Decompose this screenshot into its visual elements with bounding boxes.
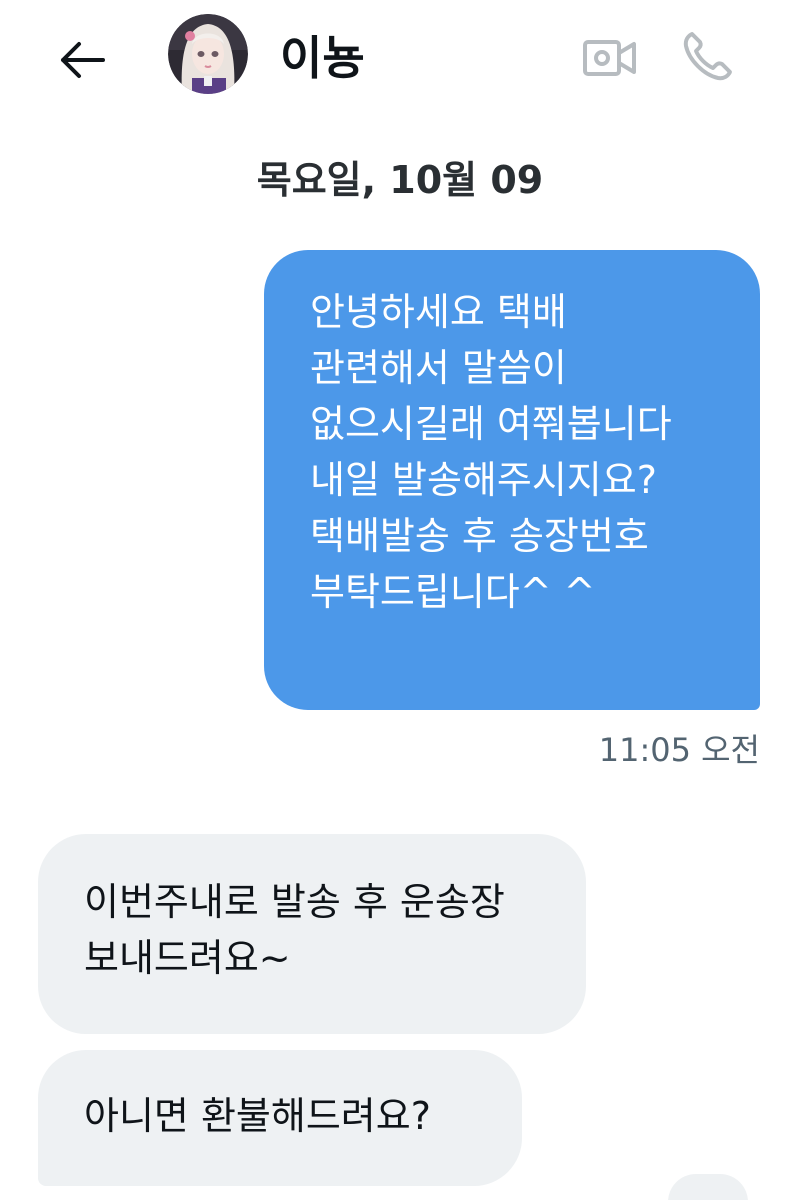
avatar-image xyxy=(168,14,248,94)
message-timestamp: 11:05 오전 xyxy=(598,731,760,769)
avatar[interactable] xyxy=(168,14,248,94)
contact-name[interactable]: 이뇽 xyxy=(280,28,365,88)
phone-icon xyxy=(683,32,732,81)
arrow-left-icon xyxy=(61,42,105,78)
video-camera-icon xyxy=(583,40,636,76)
scroll-partial-element xyxy=(668,1174,748,1200)
sent-message-bubble[interactable]: 안녕하세요 택배 관련해서 말씀이 없으시길래 여쭤봅니다 내일 발송해주시지요… xyxy=(264,250,760,710)
back-button[interactable] xyxy=(52,30,112,90)
dm-conversation-screen: 이뇽 목요일, 10월 09 안녕하세요 택배 관련해서 말씀이 없으시길래 여… xyxy=(0,0,800,1200)
date-separator: 목요일, 10월 09 xyxy=(256,158,544,202)
received-message-bubble[interactable]: 아니면 환불해드려요? xyxy=(38,1050,522,1186)
voice-call-button[interactable] xyxy=(676,24,740,88)
video-call-button[interactable] xyxy=(578,28,642,88)
conversation-header: 이뇽 xyxy=(0,0,800,120)
received-message-bubble[interactable]: 이번주내로 발송 후 운송장 보내드려요~ xyxy=(38,834,586,1034)
